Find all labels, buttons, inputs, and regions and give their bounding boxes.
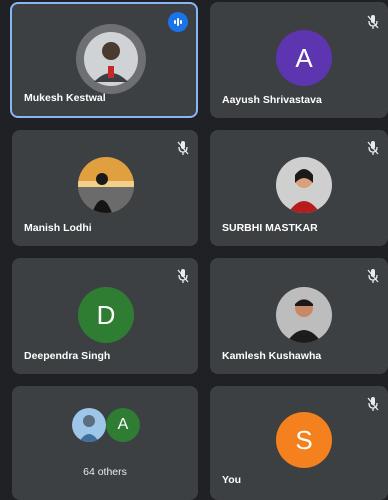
participant-tile-aayush-shrivastava[interactable]: A Aayush Shrivastava [210,2,388,118]
others-count-label: 64 others [83,466,127,478]
person-photo-icon [76,24,146,94]
participant-tile-deependra-singh[interactable]: D Deependra Singh [12,258,198,374]
participant-avatar-photo [78,157,134,213]
participant-tile-kamlesh-kushawha[interactable]: Kamlesh Kushawha [210,258,388,374]
participant-avatar-photo [276,287,332,343]
others-avatar-photo [72,408,106,442]
others-avatar-initial: A [106,408,140,442]
participant-tile-surbhi-mastkar[interactable]: SURBHI MASTKAR [210,130,388,246]
participant-name: You [222,474,242,486]
participant-tile-you[interactable]: S You [210,386,388,500]
participant-avatar-photo [276,157,332,213]
participant-name: Manish Lodhi [24,222,92,234]
person-photo-icon [72,408,106,442]
speaking-indicator-icon [168,12,188,32]
person-photo-icon [276,157,332,213]
participant-avatar-initial: D [78,287,134,343]
participant-tile-manish-lodhi[interactable]: Manish Lodhi [12,130,198,246]
participant-avatar-initial: S [276,412,332,468]
mic-off-icon [176,268,190,284]
participant-avatar-initial: A [276,30,332,86]
mic-off-icon [366,268,380,284]
mic-off-icon [366,396,380,412]
person-photo-icon [276,287,332,343]
participant-name: Kamlesh Kushawha [222,350,322,362]
participant-name: Deependra Singh [24,350,111,362]
mic-off-icon [176,140,190,156]
participant-tile-mukesh-kestwal[interactable]: Mukesh Kestwal [10,2,198,118]
participant-name: SURBHI MASTKAR [222,222,318,234]
participant-name: Aayush Shrivastava [222,94,322,106]
participant-name: Mukesh Kestwal [24,92,106,104]
participant-avatar-photo [76,24,146,94]
mic-off-icon [366,140,380,156]
person-photo-icon [78,157,134,213]
mic-off-icon [366,14,380,30]
others-tile[interactable]: A 64 others [12,386,198,500]
